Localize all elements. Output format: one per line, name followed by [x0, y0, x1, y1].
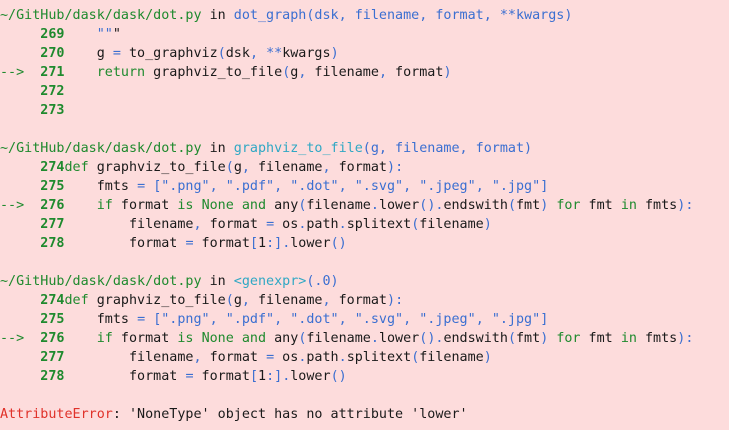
line-marker [0, 369, 24, 384]
code-line: 278 format = format[1:].lower() [0, 367, 729, 386]
line-marker [0, 27, 24, 42]
line-number: 278 [32, 236, 65, 251]
line-number: 275 [32, 312, 65, 327]
line-marker [0, 293, 24, 308]
line-code: def graphviz_to_file(g, filename, format… [64, 160, 404, 175]
frame-function-args: (g, filename, format) [362, 141, 533, 156]
line-number: 271 [32, 65, 65, 80]
line-code: g = to_graphviz(dsk, **kwargs) [64, 46, 339, 61]
line-code: filename, format = os.path.splitext(file… [64, 217, 492, 232]
frame-function-name: <genexpr> [233, 274, 307, 289]
line-number: 274 [32, 160, 65, 175]
line-marker [0, 236, 24, 251]
line-code: if format is None and any(filename.lower… [96, 198, 694, 213]
line-code: fmts = [".png", ".pdf", ".dot", ".svg", … [64, 312, 549, 327]
traceback-output: ~/GitHub/dask/dask/dot.py in dot_graph(d… [0, 0, 729, 424]
line-number: 277 [32, 217, 65, 232]
error-line: AttributeError: 'NoneType' object has no… [0, 405, 729, 424]
line-code: format = format[1:].lower() [64, 369, 347, 384]
frame-file-path: ~/GitHub/dask/dask/dot.py [0, 141, 202, 156]
frame-function-args: (.0) [306, 274, 339, 289]
current-code-line: --> 271 return graphviz_to_file(g, filen… [0, 63, 729, 82]
line-marker [0, 179, 24, 194]
frame-code-lines: 274def graphviz_to_file(g, filename, for… [0, 158, 729, 253]
line-number: 270 [32, 46, 65, 61]
frame-function-args: (dsk, filename, format, **kwargs) [306, 8, 573, 23]
error-type: AttributeError [0, 407, 113, 422]
line-code: def graphviz_to_file(g, filename, format… [64, 293, 404, 308]
frame-function-name: dot_graph [233, 8, 307, 23]
code-line: 269 """ [0, 25, 729, 44]
line-marker: --> [0, 65, 25, 80]
code-line: 275 fmts = [".png", ".pdf", ".dot", ".sv… [0, 177, 729, 196]
line-code: """ [96, 27, 121, 42]
error-message: : 'NoneType' object has no attribute 'lo… [112, 407, 468, 422]
line-marker [0, 46, 24, 61]
frame-code-lines: 274def graphviz_to_file(g, filename, for… [0, 291, 729, 386]
line-number: 269 [32, 27, 65, 42]
line-marker [0, 217, 24, 232]
line-marker: --> [0, 198, 25, 213]
line-code: fmts = [".png", ".pdf", ".dot", ".svg", … [64, 179, 549, 194]
frame-header: ~/GitHub/dask/dask/dot.py in <genexpr>(.… [0, 272, 729, 291]
line-code: if format is None and any(filename.lower… [96, 331, 694, 346]
code-line: 273 [0, 101, 729, 120]
line-marker [0, 160, 24, 175]
code-line: 277 filename, format = os.path.splitext(… [0, 215, 729, 234]
line-code: filename, format = os.path.splitext(file… [64, 350, 492, 365]
line-number: 278 [32, 369, 65, 384]
code-line: 274def graphviz_to_file(g, filename, for… [0, 158, 729, 177]
line-number: 274 [32, 293, 65, 308]
line-marker [0, 350, 24, 365]
frame-file-path: ~/GitHub/dask/dask/dot.py [0, 8, 202, 23]
line-number: 275 [32, 179, 65, 194]
code-line: 274def graphviz_to_file(g, filename, for… [0, 291, 729, 310]
frame-file-path: ~/GitHub/dask/dask/dot.py [0, 274, 202, 289]
code-line: 275 fmts = [".png", ".pdf", ".dot", ".sv… [0, 310, 729, 329]
frame-code-lines: 269 """ 270 g = to_graphviz(dsk, **kwarg… [0, 25, 729, 120]
frame-in-label: in [209, 141, 226, 156]
line-number: 276 [32, 331, 65, 346]
code-line: 278 format = format[1:].lower() [0, 234, 729, 253]
code-line: 270 g = to_graphviz(dsk, **kwargs) [0, 44, 729, 63]
frame-header: ~/GitHub/dask/dask/dot.py in dot_graph(d… [0, 6, 729, 25]
line-number: 276 [32, 198, 65, 213]
frame-in-label: in [209, 8, 226, 23]
line-number: 272 [32, 84, 65, 99]
line-code: format = format[1:].lower() [64, 236, 347, 251]
line-marker [0, 84, 24, 99]
current-code-line: --> 276 if format is None and any(filena… [0, 329, 729, 348]
frame-function-name: graphviz_to_file [233, 141, 363, 156]
line-marker [0, 103, 24, 118]
line-marker: --> [0, 331, 25, 346]
line-code: return graphviz_to_file(g, filename, for… [96, 65, 452, 80]
line-number: 273 [32, 103, 65, 118]
code-line: 272 [0, 82, 729, 101]
line-number: 277 [32, 350, 65, 365]
frame-in-label: in [209, 274, 226, 289]
line-marker [0, 312, 24, 327]
current-code-line: --> 276 if format is None and any(filena… [0, 196, 729, 215]
code-line: 277 filename, format = os.path.splitext(… [0, 348, 729, 367]
frame-header: ~/GitHub/dask/dask/dot.py in graphviz_to… [0, 139, 729, 158]
